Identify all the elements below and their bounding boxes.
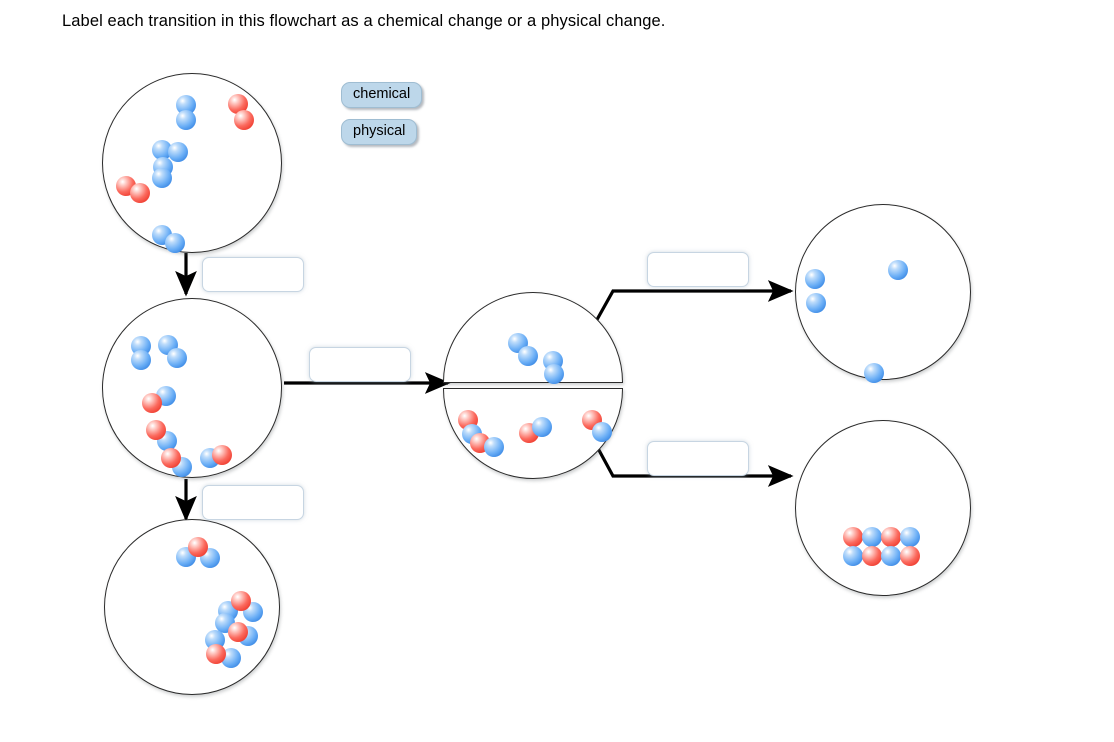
atom-blue <box>864 363 884 383</box>
atom-red <box>206 644 226 664</box>
pill-chemical[interactable]: chemical <box>341 82 423 108</box>
answer-bank: chemical physical <box>341 82 423 156</box>
atom-red <box>146 420 166 440</box>
atom-red <box>881 527 901 547</box>
atom-blue <box>518 346 538 366</box>
atom-red <box>900 546 920 566</box>
atom-red <box>130 183 150 203</box>
atom-red <box>161 448 181 468</box>
atom-blue <box>805 269 825 289</box>
atom-blue <box>168 142 188 162</box>
circle-4-single-blue-atoms <box>795 204 971 380</box>
atom-blue <box>544 364 564 384</box>
atom-blue <box>900 527 920 547</box>
atom-red <box>142 393 162 413</box>
page-title: Label each transition in this flowchart … <box>62 12 666 30</box>
atom-red <box>228 622 248 642</box>
atom-red <box>188 537 208 557</box>
atom-blue <box>167 348 187 368</box>
drop-box-transition-5[interactable] <box>647 441 749 476</box>
atom-blue <box>881 546 901 566</box>
atom-blue <box>165 233 185 253</box>
circle-5-solid-lattice <box>795 420 971 596</box>
atom-blue <box>532 417 552 437</box>
drop-box-transition-4[interactable] <box>647 252 749 287</box>
arrow-split-top-to-circle4 <box>592 280 794 326</box>
atom-blue <box>152 168 172 188</box>
pill-physical[interactable]: physical <box>341 119 418 145</box>
atom-blue <box>131 350 151 370</box>
atom-blue <box>888 260 908 280</box>
atom-blue <box>862 527 882 547</box>
atom-blue <box>484 437 504 457</box>
circle-2-reaction-mixture <box>102 298 282 478</box>
atom-red <box>843 527 863 547</box>
atom-blue <box>806 293 826 313</box>
atom-red <box>234 110 254 130</box>
atom-red <box>212 445 232 465</box>
drop-box-transition-3[interactable] <box>202 485 304 520</box>
atom-red <box>231 591 251 611</box>
drop-box-transition-2[interactable] <box>309 347 411 382</box>
split-circle-top-half <box>443 292 623 383</box>
atom-blue <box>843 546 863 566</box>
atom-blue <box>176 110 196 130</box>
atom-red <box>862 546 882 566</box>
drop-box-transition-1[interactable] <box>202 257 304 292</box>
atom-blue <box>592 422 612 442</box>
